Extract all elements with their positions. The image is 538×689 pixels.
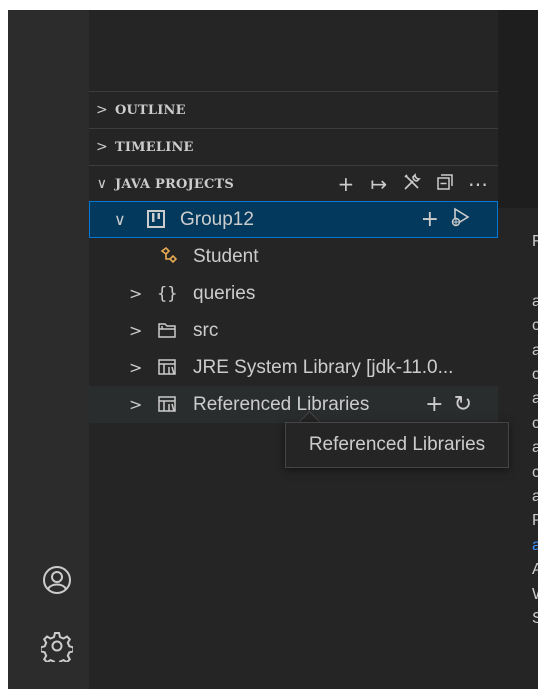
outline-section-header[interactable]: > OUTLINE [89, 91, 498, 128]
build-tools-icon[interactable] [400, 172, 424, 197]
tree-item-label: Student [193, 245, 259, 267]
tree-item-label: Group12 [180, 208, 254, 230]
panel-text: a [532, 390, 538, 407]
add-library-icon[interactable]: + [425, 392, 443, 417]
panel-text: a [532, 488, 538, 505]
panel-link[interactable]: a [532, 537, 538, 555]
section-toolbar: + ↦ ⋯ [334, 166, 490, 202]
tree-item-referenced-libraries[interactable]: > Referenced Libraries + ↻ [89, 386, 498, 423]
tree-item-src[interactable]: > src [89, 312, 498, 349]
export-jar-icon[interactable]: ↦ [367, 172, 391, 196]
account-icon[interactable] [35, 558, 79, 602]
chevron-down-icon: ∨ [114, 210, 126, 229]
timeline-section-header[interactable]: > TIMELINE [89, 128, 498, 165]
tooltip-text: Referenced Libraries [308, 434, 486, 455]
chevron-right-icon: > [96, 139, 108, 155]
row-toolbar: + [421, 202, 471, 237]
collapse-all-icon[interactable] [433, 172, 457, 197]
panel-text: a [532, 439, 538, 456]
panel-text: A [532, 561, 538, 578]
tree-item-queries[interactable]: > {} queries [89, 275, 498, 312]
tree-item-label: JRE System Library [jdk-11.0... [193, 356, 454, 378]
new-project-icon[interactable]: + [334, 172, 358, 196]
add-icon[interactable]: + [421, 207, 439, 232]
chevron-right-icon: > [129, 321, 143, 340]
tree-item-label: src [193, 319, 219, 341]
panel-text: S [532, 610, 538, 627]
tree-item-label: queries [193, 282, 256, 304]
section-title: OUTLINE [115, 102, 186, 118]
settings-gear-icon[interactable] [35, 624, 79, 668]
folder-icon [157, 320, 177, 345]
panel-text: c [532, 317, 538, 334]
more-actions-icon[interactable]: ⋯ [466, 172, 490, 196]
tree-item-group12[interactable]: ∨ Group12 + [89, 201, 498, 238]
section-title: TIMELINE [115, 139, 194, 155]
tree-item-label: Referenced Libraries [193, 393, 370, 415]
run-debug-icon[interactable] [449, 206, 471, 234]
refresh-icon[interactable]: ↻ [454, 392, 472, 417]
package-icon: {} [157, 283, 178, 304]
java-projects-section-header[interactable]: ∨ JAVA PROJECTS + ↦ ⋯ [89, 165, 498, 202]
panel-text: a [532, 342, 538, 359]
panel-text: W [532, 586, 538, 604]
tree-item-jre-system-library[interactable]: > JRE System Library [jdk-11.0... [89, 349, 498, 386]
panel-text: a [532, 293, 538, 310]
library-icon [157, 394, 177, 419]
chevron-right-icon: > [96, 102, 108, 118]
chevron-down-icon: ∨ [96, 176, 108, 192]
activity-bar [8, 10, 89, 689]
row-toolbar: + ↻ [425, 386, 472, 423]
panel-text: F [532, 233, 538, 250]
chevron-right-icon: > [129, 284, 143, 303]
section-title: JAVA PROJECTS [115, 176, 234, 192]
panel-text: c [532, 415, 538, 432]
library-icon [157, 357, 177, 382]
chevron-right-icon: > [129, 395, 143, 414]
panel-text: P [532, 512, 538, 529]
class-icon [159, 246, 179, 271]
panel-text: c [532, 464, 538, 481]
tree-item-student[interactable]: Student [89, 238, 498, 275]
panel-text: c [532, 366, 538, 383]
chevron-right-icon: > [129, 358, 143, 377]
project-icon [146, 209, 166, 234]
tooltip: Referenced Libraries [285, 422, 509, 468]
